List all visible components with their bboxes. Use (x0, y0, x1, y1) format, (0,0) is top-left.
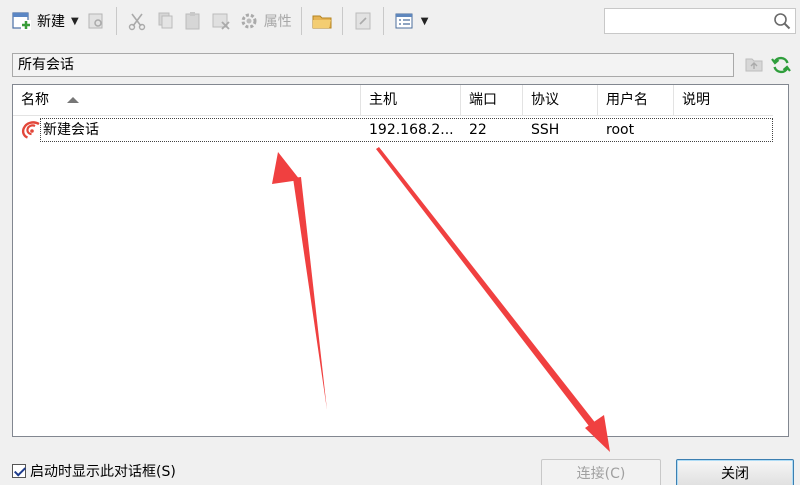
table-row[interactable]: 新建会话 192.168.2... 22 SSH root (40, 118, 773, 142)
column-header-name[interactable]: 名称 (13, 85, 361, 115)
xshell-session-icon (21, 121, 41, 143)
copy-button[interactable] (151, 6, 179, 36)
session-list[interactable]: 名称 主机 端口 协议 用户名 说明 新建会话 192.168.2... 22 … (12, 84, 789, 437)
properties-icon (238, 10, 260, 32)
list-view-icon (393, 10, 415, 32)
session-user-cell: root (606, 122, 635, 138)
session-protocol-cell: SSH (531, 122, 560, 138)
folder-icon (311, 10, 333, 32)
new-session-label: 新建 (37, 14, 65, 30)
cut-button[interactable] (123, 6, 151, 36)
toolbar-separator (300, 7, 302, 35)
new-session-icon (11, 10, 33, 32)
folder-path-field[interactable]: 所有会话 (12, 53, 734, 77)
session-host-cell: 192.168.2... (369, 122, 454, 138)
session-name-cell: 新建会话 (43, 122, 99, 138)
search-input[interactable] (604, 8, 796, 34)
new-session-button[interactable]: 新建 ▼ (8, 6, 82, 36)
connect-button[interactable]: 连接(C) (541, 459, 661, 485)
toolbar-separator (341, 7, 343, 35)
cut-icon (126, 10, 148, 32)
startup-checkbox-label: 启动时显示此对话框(S) (30, 464, 176, 480)
column-header-description[interactable]: 说明 (674, 85, 773, 115)
open-button[interactable] (82, 6, 110, 36)
folder-up-icon[interactable] (744, 54, 764, 80)
column-header-protocol[interactable]: 协议 (523, 85, 598, 115)
paste-icon (182, 10, 204, 32)
delete-button[interactable] (207, 6, 235, 36)
dropdown-arrow-icon[interactable]: ▼ (71, 16, 79, 27)
close-button[interactable]: 关闭 (676, 459, 794, 485)
search-icon[interactable] (773, 12, 791, 34)
sort-ascending-icon (67, 97, 79, 103)
export-button[interactable] (349, 6, 377, 36)
delete-icon (210, 10, 232, 32)
view-options-button[interactable]: ▼ (390, 6, 432, 36)
toolbar-separator (382, 7, 384, 35)
open-session-icon (85, 10, 107, 32)
column-header-username[interactable]: 用户名 (598, 85, 674, 115)
startup-checkbox[interactable]: 启动时显示此对话框(S) (12, 461, 176, 481)
refresh-icon[interactable] (770, 54, 792, 80)
path-actions (744, 54, 792, 80)
open-folder-button[interactable] (308, 6, 336, 36)
column-header-port[interactable]: 端口 (461, 85, 523, 115)
toolbar-separator (115, 7, 117, 35)
properties-label: 属性 (263, 14, 292, 30)
copy-icon (154, 10, 176, 32)
paste-button[interactable] (179, 6, 207, 36)
properties-button[interactable]: 属性 (235, 6, 295, 36)
session-port-cell: 22 (469, 122, 487, 138)
dropdown-arrow-icon[interactable]: ▼ (421, 16, 429, 27)
column-name-label: 名称 (21, 92, 49, 108)
column-header-host[interactable]: 主机 (361, 85, 461, 115)
list-header: 名称 主机 端口 协议 用户名 说明 (13, 85, 773, 116)
export-icon (352, 10, 374, 32)
startup-checkbox-box[interactable] (12, 464, 26, 478)
